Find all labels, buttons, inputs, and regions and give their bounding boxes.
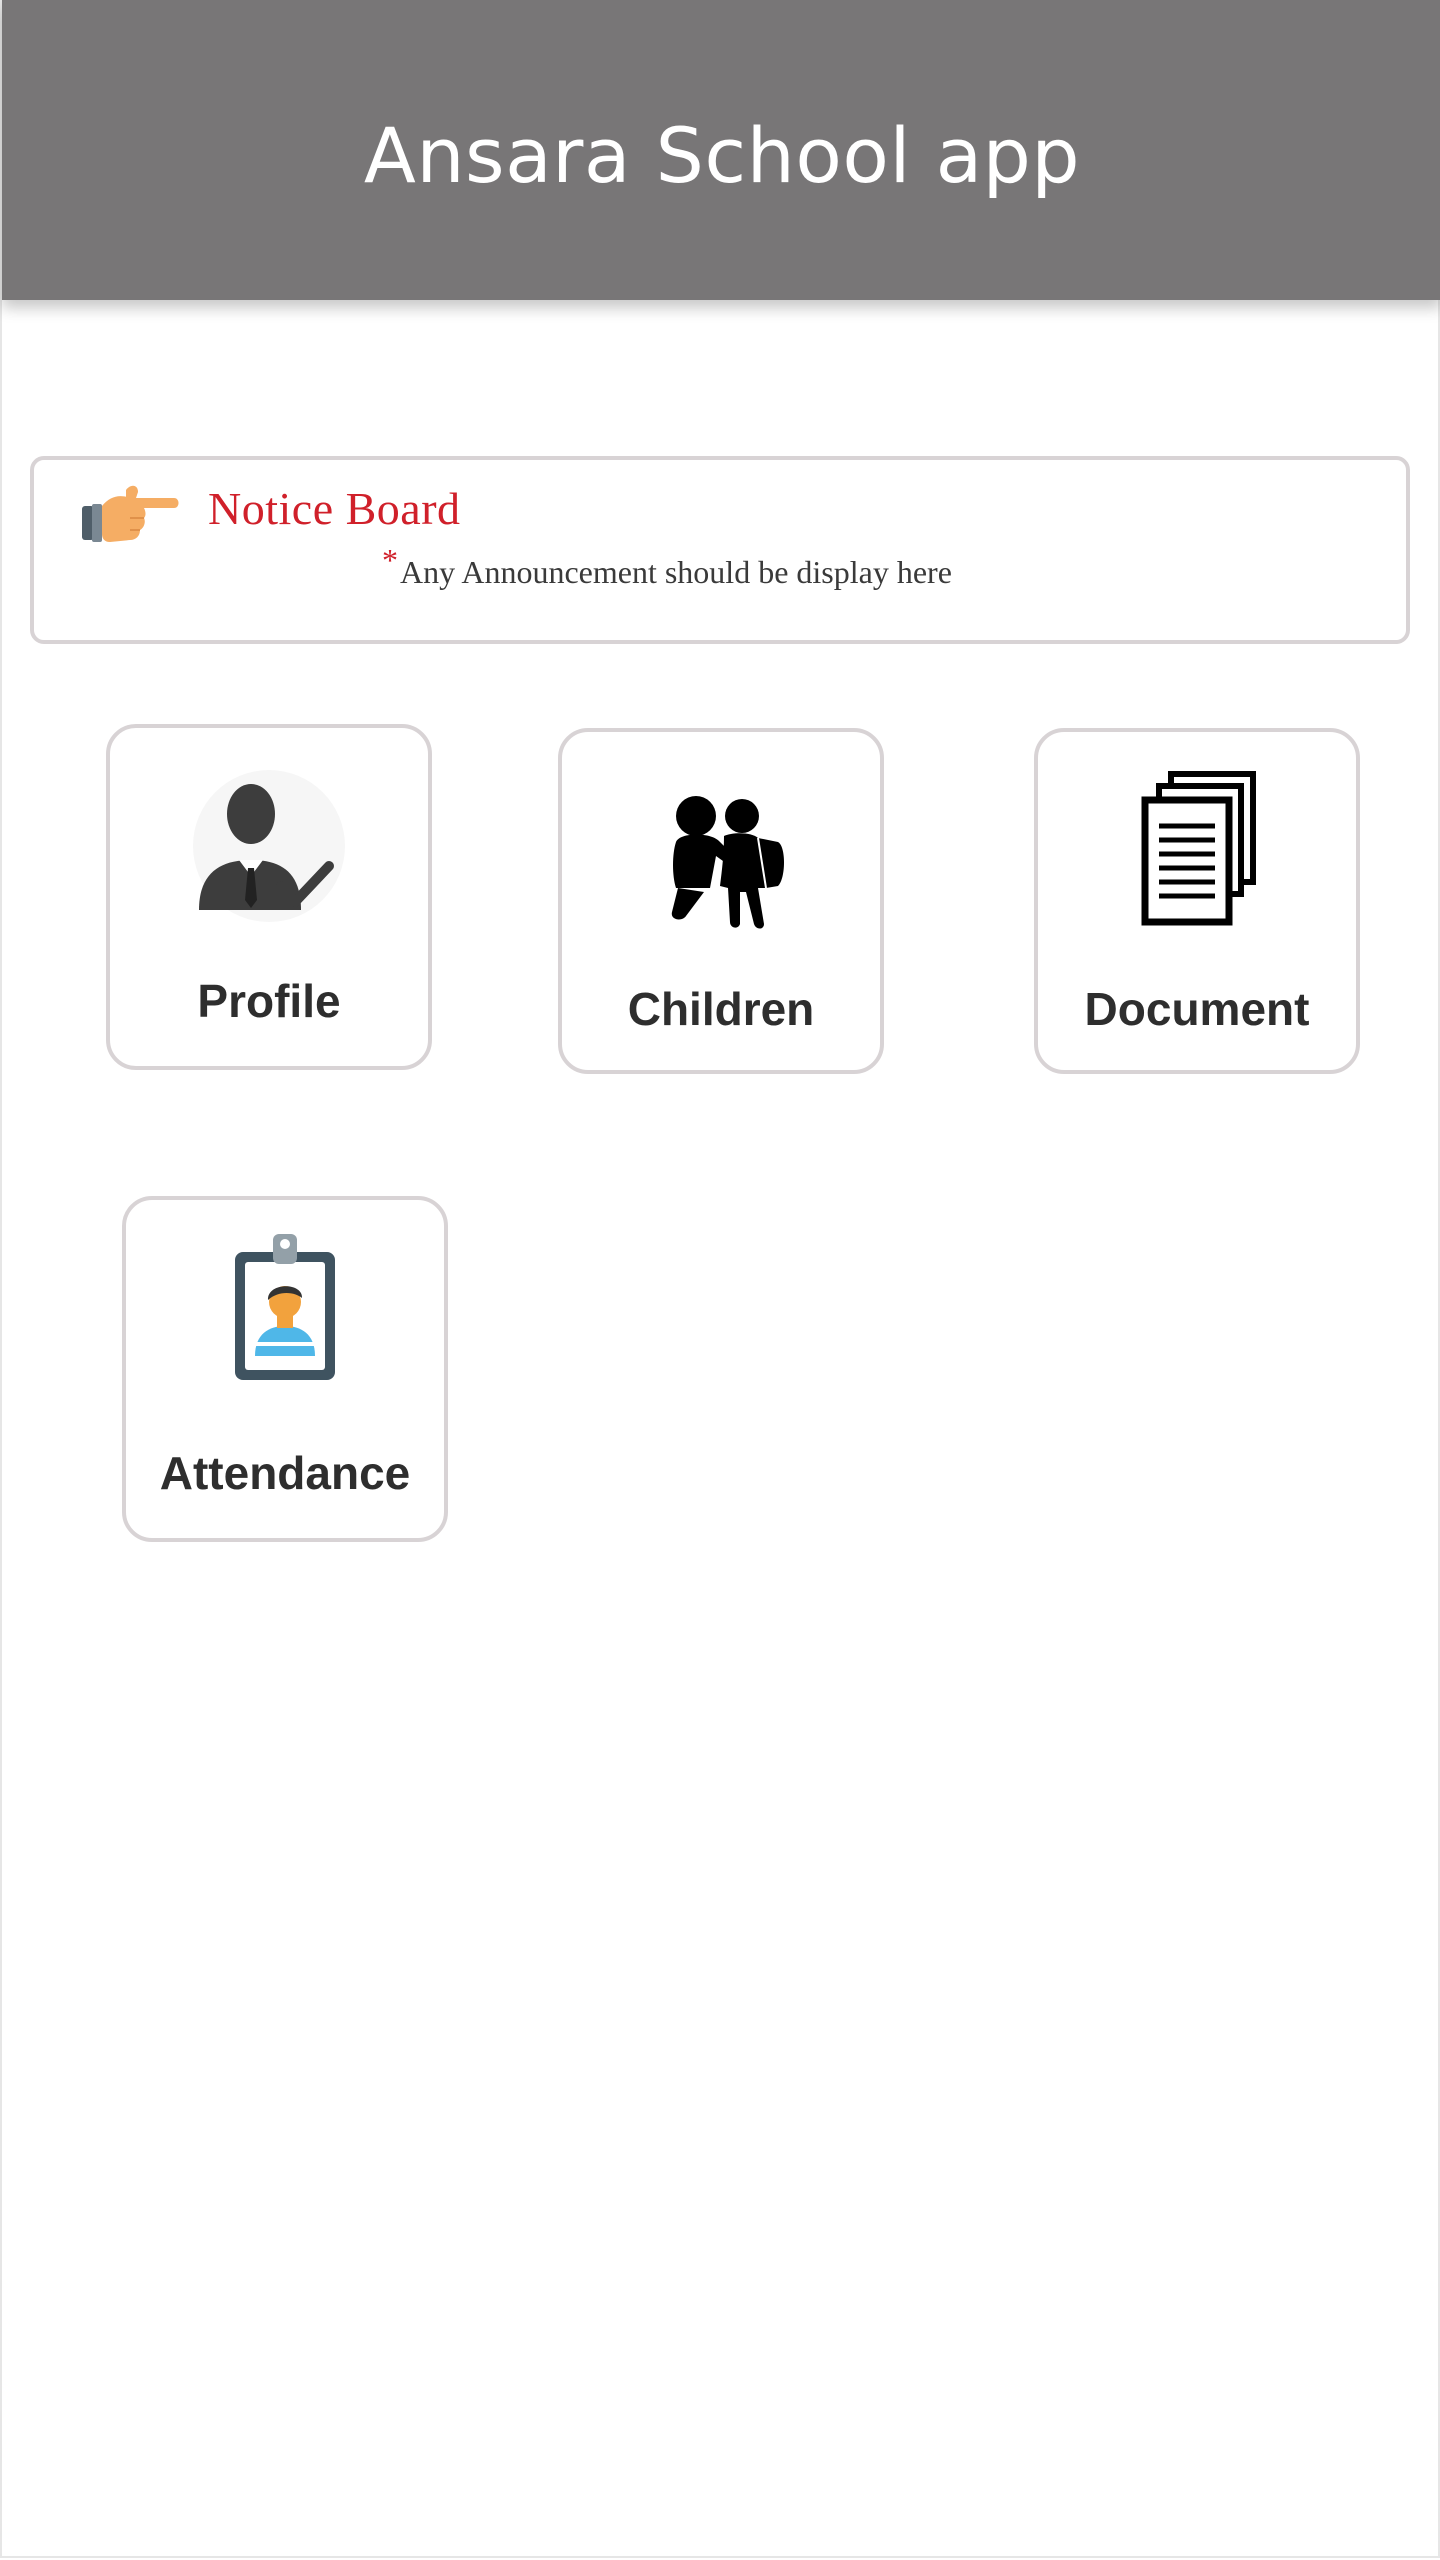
children-tile[interactable]: Children	[558, 728, 884, 1074]
id-badge-icon	[235, 1234, 335, 1380]
pointing-hand-icon	[82, 485, 179, 542]
person-check-icon	[193, 770, 345, 922]
document-label: Document	[1084, 983, 1310, 1035]
app-screen: Ansara School app Notice Board *Any Anno…	[0, 0, 1440, 2558]
notice-board-title: Notice Board	[208, 483, 461, 534]
notice-board[interactable]: Notice Board *Any Announcement should be…	[30, 456, 1410, 644]
document-tile[interactable]: Document	[1034, 728, 1360, 1074]
parent-child-icon	[671, 796, 784, 929]
documents-icon	[1141, 771, 1256, 926]
notice-message: *Any Announcement should be display here	[382, 542, 952, 591]
app-bar: Ansara School app	[2, 0, 1440, 300]
profile-tile[interactable]: Profile	[106, 724, 432, 1070]
profile-label: Profile	[197, 975, 341, 1027]
children-label: Children	[627, 983, 815, 1035]
attendance-label: Attendance	[159, 1447, 411, 1499]
notice-message-text: Any Announcement should be display here	[400, 554, 952, 590]
app-title: Ansara School app	[363, 110, 1081, 200]
attendance-tile[interactable]: Attendance	[122, 1196, 448, 1542]
required-asterisk: *	[382, 542, 398, 578]
